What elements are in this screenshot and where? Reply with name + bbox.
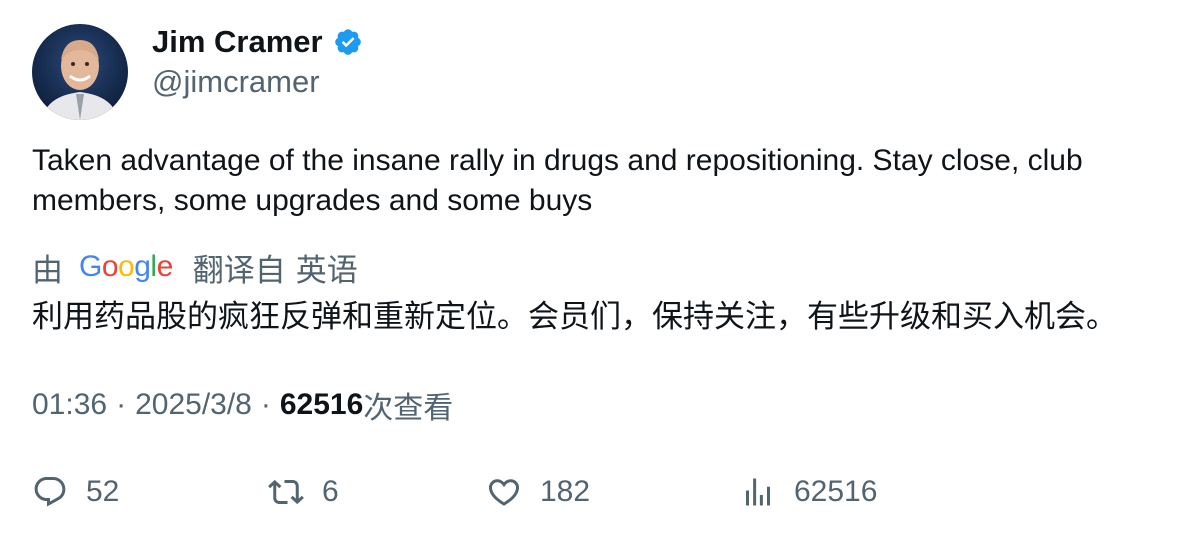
action-bar: 52 6 182 62516: [32, 470, 1172, 514]
google-logo[interactable]: Google: [79, 250, 173, 284]
tweet-date[interactable]: 2025/3/8: [135, 388, 252, 422]
translated-from-label: 翻译自: [192, 252, 286, 288]
views-label: 次查看: [363, 392, 454, 425]
like-button[interactable]: 182: [486, 470, 590, 514]
tweet-text: Taken advantage of the insane rally in d…: [32, 144, 1083, 217]
translated-by-label: 由: [32, 252, 63, 288]
reply-button[interactable]: 52: [32, 470, 119, 514]
author-handle[interactable]: @jimcramer: [152, 64, 320, 100]
verified-badge-icon[interactable]: [333, 27, 363, 57]
retweet-count: 6: [322, 475, 339, 508]
reply-icon: [34, 477, 66, 507]
author-name[interactable]: Jim Cramer: [152, 24, 323, 60]
views-action-count: 62516: [794, 475, 878, 508]
translated-text: 利用药品股的疯狂反弹和重新定位。会员们，保持关注，有些升级和买入机会。: [32, 299, 1117, 335]
analytics-icon: [746, 478, 770, 506]
heart-icon: [488, 479, 520, 506]
source-language: 英语: [295, 252, 358, 288]
retweet-icon: [268, 479, 304, 505]
views-count: 62516: [279, 388, 364, 421]
meta-separator: ·: [260, 388, 271, 421]
retweet-button[interactable]: 6: [268, 470, 339, 514]
avatar[interactable]: [32, 24, 128, 120]
tweet-time[interactable]: 01:36: [32, 388, 107, 422]
reply-count: 52: [86, 475, 120, 508]
like-count: 182: [540, 475, 591, 508]
translation-attribution: 由 Google 翻译自 英语: [32, 246, 358, 288]
views-button[interactable]: 62516: [740, 470, 877, 514]
meta-separator: ·: [116, 388, 127, 421]
tweet-meta: 01:36 · 2025/3/8 · 62516 次查看: [32, 384, 453, 426]
